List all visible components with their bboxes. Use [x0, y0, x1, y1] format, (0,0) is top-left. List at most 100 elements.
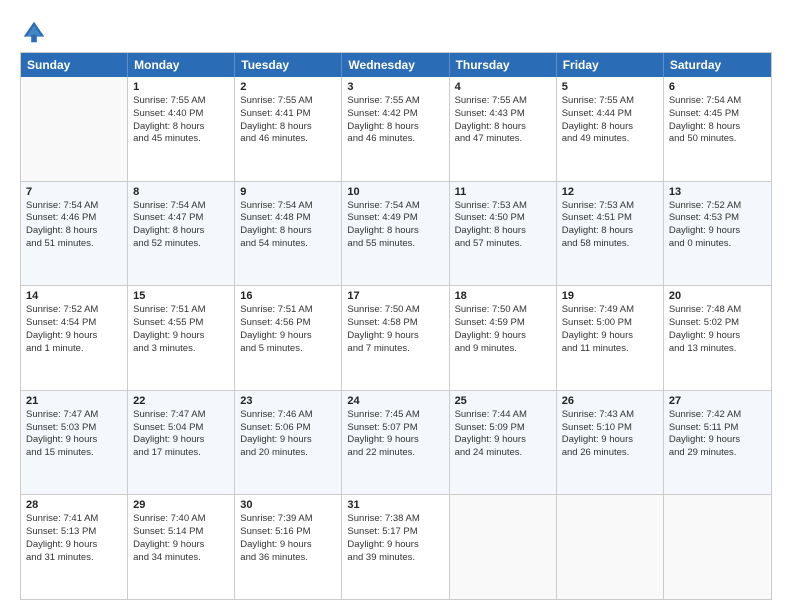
calendar-cell: 15Sunrise: 7:51 AMSunset: 4:55 PMDayligh…: [128, 286, 235, 390]
calendar-cell: 6 Sunrise: 7:54 AMSunset: 4:45 PMDaylight…: [664, 77, 771, 181]
cell-info: Sunrise: 7:50 AMSunset: 4:59 PMDaylight:…: [455, 304, 551, 355]
calendar-body: 1 Sunrise: 7:55 AMSunset: 4:40 PMDaylight…: [21, 77, 771, 599]
day-number: 11: [455, 186, 551, 198]
weekday-header: Thursday: [450, 53, 557, 77]
day-number: 23: [240, 395, 336, 407]
cell-info: Sunrise: 7:53 AMSunset: 4:50 PMDaylight:…: [455, 200, 551, 251]
cell-info: Sunrise: 7:47 AMSunset: 5:04 PMDaylight:…: [133, 409, 229, 460]
cell-info: Sunrise: 7:40 AMSunset: 5:14 PMDaylight:…: [133, 513, 229, 564]
day-number: 20: [669, 290, 766, 302]
calendar-cell: [664, 495, 771, 599]
calendar-row: 1 Sunrise: 7:55 AMSunset: 4:40 PMDaylight…: [21, 77, 771, 181]
cell-info: Sunrise: 7:55 AMSunset: 4:41 PMDaylight:…: [240, 95, 336, 146]
day-number: 27: [669, 395, 766, 407]
calendar-cell: 23 Sunrise: 7:46 AMSunset: 5:06 PMDayligh…: [235, 391, 342, 495]
cell-info: Sunrise: 7:52 AMSunset: 4:54 PMDaylight:…: [26, 304, 122, 355]
cell-info: Sunrise: 7:54 AMSunset: 4:47 PMDaylight:…: [133, 200, 229, 251]
day-number: 10: [347, 186, 443, 198]
calendar-cell: [21, 77, 128, 181]
cell-info: Sunrise: 7:49 AMSunset: 5:00 PMDaylight:…: [562, 304, 658, 355]
cell-info: Sunrise: 7:48 AMSunset: 5:02 PMDaylight:…: [669, 304, 766, 355]
calendar-cell: 27 Sunrise: 7:42 AMSunset: 5:11 PMDayligh…: [664, 391, 771, 495]
day-number: 6: [669, 81, 766, 93]
calendar-cell: 11 Sunrise: 7:53 AMSunset: 4:50 PMDayligh…: [450, 182, 557, 286]
cell-info: Sunrise: 7:47 AMSunset: 5:03 PMDaylight:…: [26, 409, 122, 460]
cell-info: Sunrise: 7:50 AMSunset: 4:58 PMDaylight:…: [347, 304, 443, 355]
calendar-cell: 12 Sunrise: 7:53 AMSunset: 4:51 PMDayligh…: [557, 182, 664, 286]
weekday-header: Wednesday: [342, 53, 449, 77]
calendar-cell: 4 Sunrise: 7:55 AMSunset: 4:43 PMDaylight…: [450, 77, 557, 181]
day-number: 7: [26, 186, 122, 198]
cell-info: Sunrise: 7:39 AMSunset: 5:16 PMDaylight:…: [240, 513, 336, 564]
day-number: 2: [240, 81, 336, 93]
calendar-cell: 2 Sunrise: 7:55 AMSunset: 4:41 PMDaylight…: [235, 77, 342, 181]
calendar: SundayMondayTuesdayWednesdayThursdayFrid…: [20, 52, 772, 600]
cell-info: Sunrise: 7:45 AMSunset: 5:07 PMDaylight:…: [347, 409, 443, 460]
day-number: 25: [455, 395, 551, 407]
weekday-header: Sunday: [21, 53, 128, 77]
calendar-cell: 25 Sunrise: 7:44 AMSunset: 5:09 PMDayligh…: [450, 391, 557, 495]
cell-info: Sunrise: 7:55 AMSunset: 4:43 PMDaylight:…: [455, 95, 551, 146]
day-number: 24: [347, 395, 443, 407]
logo: [20, 18, 52, 46]
day-number: 15: [133, 290, 229, 302]
cell-info: Sunrise: 7:54 AMSunset: 4:46 PMDaylight:…: [26, 200, 122, 251]
cell-info: Sunrise: 7:51 AMSunset: 4:56 PMDaylight:…: [240, 304, 336, 355]
day-number: 12: [562, 186, 658, 198]
day-number: 22: [133, 395, 229, 407]
day-number: 28: [26, 499, 122, 511]
cell-info: Sunrise: 7:54 AMSunset: 4:45 PMDaylight:…: [669, 95, 766, 146]
day-number: 16: [240, 290, 336, 302]
day-number: 4: [455, 81, 551, 93]
logo-icon: [20, 18, 48, 46]
cell-info: Sunrise: 7:41 AMSunset: 5:13 PMDaylight:…: [26, 513, 122, 564]
calendar-cell: 20 Sunrise: 7:48 AMSunset: 5:02 PMDayligh…: [664, 286, 771, 390]
cell-info: Sunrise: 7:55 AMSunset: 4:42 PMDaylight:…: [347, 95, 443, 146]
day-number: 13: [669, 186, 766, 198]
calendar-cell: 3 Sunrise: 7:55 AMSunset: 4:42 PMDaylight…: [342, 77, 449, 181]
header: [20, 18, 772, 46]
day-number: 9: [240, 186, 336, 198]
calendar-cell: 5Sunrise: 7:55 AMSunset: 4:44 PMDaylight…: [557, 77, 664, 181]
cell-info: Sunrise: 7:42 AMSunset: 5:11 PMDaylight:…: [669, 409, 766, 460]
calendar-cell: 24 Sunrise: 7:45 AMSunset: 5:07 PMDayligh…: [342, 391, 449, 495]
calendar-row: 14 Sunrise: 7:52 AMSunset: 4:54 PMDayligh…: [21, 285, 771, 390]
calendar-cell: 1 Sunrise: 7:55 AMSunset: 4:40 PMDaylight…: [128, 77, 235, 181]
weekday-header: Friday: [557, 53, 664, 77]
calendar-cell: 26Sunrise: 7:43 AMSunset: 5:10 PMDayligh…: [557, 391, 664, 495]
cell-info: Sunrise: 7:43 AMSunset: 5:10 PMDaylight:…: [562, 409, 658, 460]
calendar-cell: 8Sunrise: 7:54 AMSunset: 4:47 PMDaylight…: [128, 182, 235, 286]
day-number: 18: [455, 290, 551, 302]
day-number: 14: [26, 290, 122, 302]
calendar-cell: [557, 495, 664, 599]
calendar-cell: 21 Sunrise: 7:47 AMSunset: 5:03 PMDayligh…: [21, 391, 128, 495]
day-number: 17: [347, 290, 443, 302]
day-number: 30: [240, 499, 336, 511]
cell-info: Sunrise: 7:46 AMSunset: 5:06 PMDaylight:…: [240, 409, 336, 460]
calendar-row: 7 Sunrise: 7:54 AMSunset: 4:46 PMDaylight…: [21, 181, 771, 286]
day-number: 31: [347, 499, 443, 511]
calendar-cell: 22 Sunrise: 7:47 AMSunset: 5:04 PMDayligh…: [128, 391, 235, 495]
calendar-header: SundayMondayTuesdayWednesdayThursdayFrid…: [21, 53, 771, 77]
calendar-cell: [450, 495, 557, 599]
calendar-cell: 9Sunrise: 7:54 AMSunset: 4:48 PMDaylight…: [235, 182, 342, 286]
cell-info: Sunrise: 7:55 AMSunset: 4:40 PMDaylight:…: [133, 95, 229, 146]
calendar-cell: 31Sunrise: 7:38 AMSunset: 5:17 PMDayligh…: [342, 495, 449, 599]
weekday-header: Monday: [128, 53, 235, 77]
calendar-row: 21 Sunrise: 7:47 AMSunset: 5:03 PMDayligh…: [21, 390, 771, 495]
day-number: 1: [133, 81, 229, 93]
cell-info: Sunrise: 7:53 AMSunset: 4:51 PMDaylight:…: [562, 200, 658, 251]
day-number: 3: [347, 81, 443, 93]
day-number: 5: [562, 81, 658, 93]
weekday-header: Tuesday: [235, 53, 342, 77]
calendar-cell: 13 Sunrise: 7:52 AMSunset: 4:53 PMDayligh…: [664, 182, 771, 286]
calendar-cell: 19 Sunrise: 7:49 AMSunset: 5:00 PMDayligh…: [557, 286, 664, 390]
cell-info: Sunrise: 7:52 AMSunset: 4:53 PMDaylight:…: [669, 200, 766, 251]
day-number: 21: [26, 395, 122, 407]
calendar-cell: 29Sunrise: 7:40 AMSunset: 5:14 PMDayligh…: [128, 495, 235, 599]
calendar-cell: 14 Sunrise: 7:52 AMSunset: 4:54 PMDayligh…: [21, 286, 128, 390]
calendar-cell: 7 Sunrise: 7:54 AMSunset: 4:46 PMDaylight…: [21, 182, 128, 286]
calendar-cell: 17 Sunrise: 7:50 AMSunset: 4:58 PMDayligh…: [342, 286, 449, 390]
day-number: 19: [562, 290, 658, 302]
cell-info: Sunrise: 7:44 AMSunset: 5:09 PMDaylight:…: [455, 409, 551, 460]
